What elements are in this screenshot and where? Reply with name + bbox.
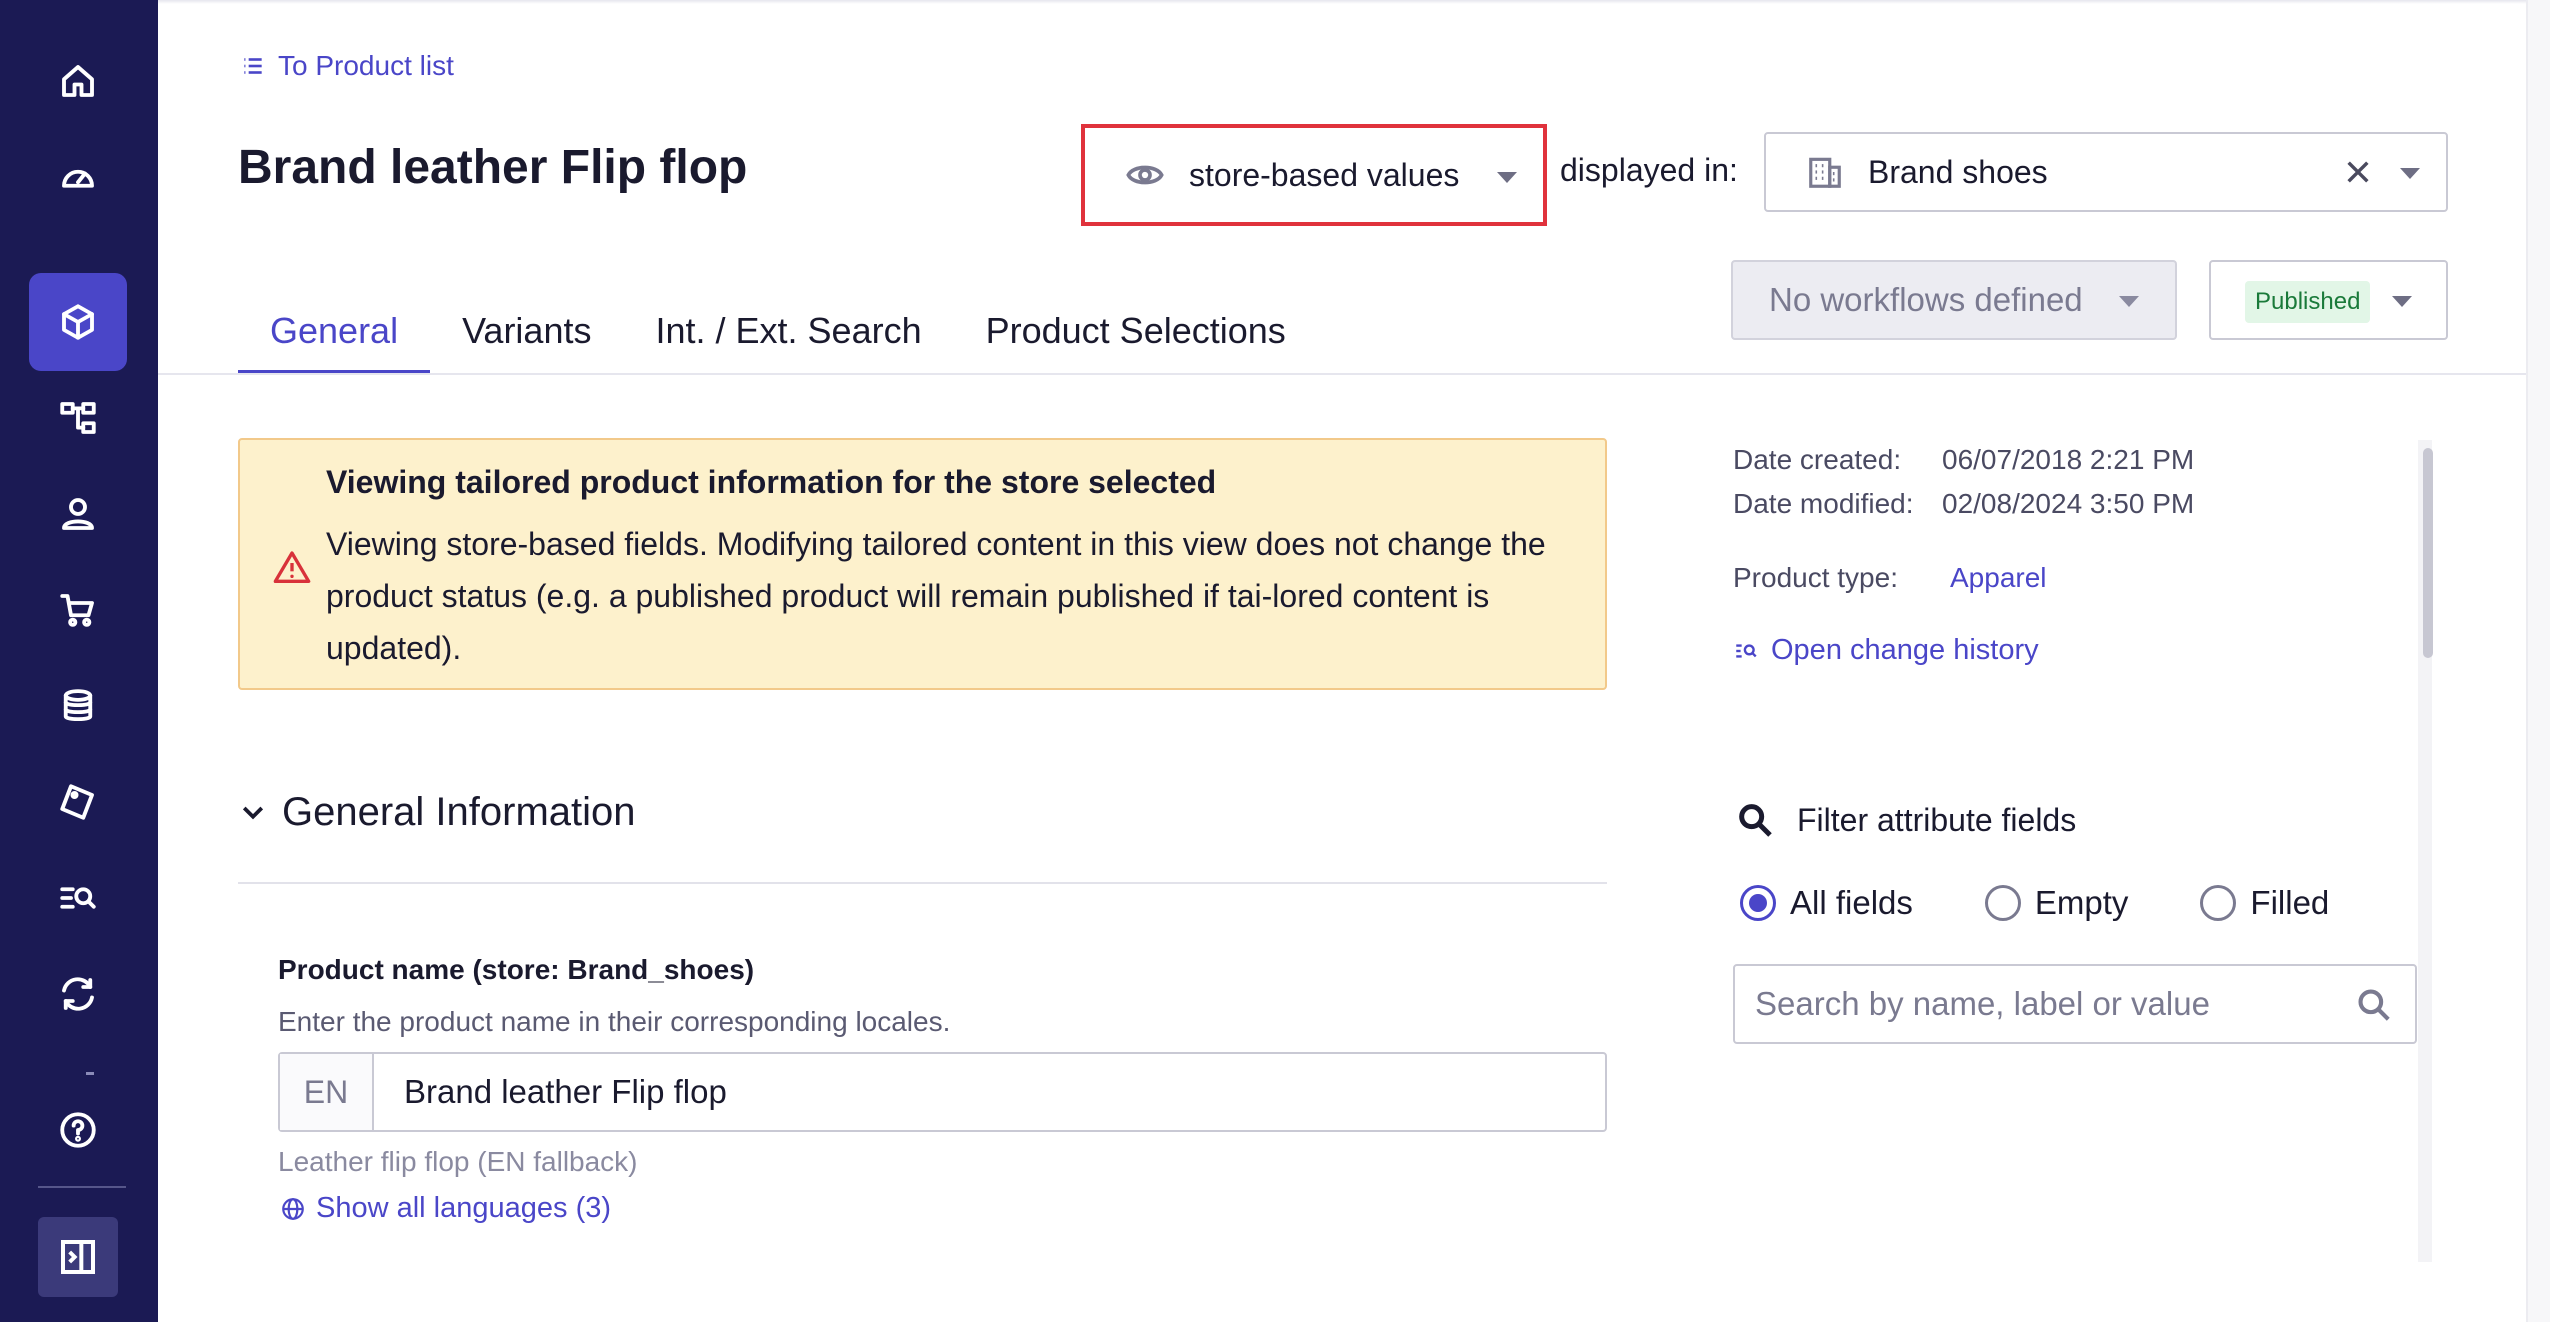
filter-header: Filter attribute fields	[1735, 800, 2076, 840]
product-type-link[interactable]: Apparel	[1950, 562, 2047, 594]
product-name-help: Enter the product name in their correspo…	[278, 1006, 951, 1037]
tab-general[interactable]: General	[238, 300, 431, 374]
product-name-input[interactable]: Brand leather Flip flop	[374, 1054, 1605, 1130]
attribute-search-box	[1733, 964, 2417, 1044]
date-created-label: Date created:	[1733, 444, 1902, 475]
view-mode-value: store-based values	[1189, 156, 1460, 193]
product-type-label: Product type:	[1733, 562, 1898, 593]
chevron-down-icon	[2119, 296, 2139, 307]
chevron-down-icon	[2392, 296, 2412, 307]
building-icon	[1809, 157, 1841, 188]
workflow-select[interactable]: No workflows defined	[1731, 260, 2177, 340]
panel-scrollbar-thumb[interactable]	[2423, 448, 2433, 658]
dashboard-icon	[62, 169, 94, 188]
nav-divider	[38, 1186, 126, 1188]
top-bar-shadow	[158, 0, 2550, 4]
home-icon	[62, 65, 94, 97]
eye-icon	[1126, 165, 1164, 185]
date-modified-label: Date modified:	[1733, 488, 1914, 519]
tab-product-selections[interactable]: Product Selections	[954, 300, 1318, 374]
cart-icon	[60, 594, 94, 627]
product-name-label: Product name (store: Brand_shoes)	[278, 954, 755, 985]
history-label: Open change history	[1771, 634, 2039, 666]
nav-categories[interactable]	[29, 369, 127, 467]
sidebar-collapse-button[interactable]	[38, 1217, 118, 1297]
alert-body: Viewing store-based fields. Modifying ta…	[326, 526, 1546, 666]
view-mode-select[interactable]: store-based values	[1081, 124, 1547, 226]
filter-radio-group: All fields Empty Filled	[1740, 884, 2401, 922]
chevron-down-icon	[1497, 172, 1517, 183]
alert-title: Viewing tailored product information for…	[326, 464, 1217, 500]
tab-variants[interactable]: Variants	[430, 300, 623, 374]
radio-all-fields[interactable]: All fields	[1740, 884, 1913, 922]
warning-icon	[273, 551, 311, 583]
store-info-alert: Viewing tailored product information for…	[238, 438, 1607, 690]
status-select[interactable]: Published	[2209, 260, 2448, 340]
locale-badge: EN	[280, 1054, 374, 1130]
category-tree-icon	[60, 402, 96, 434]
globe-icon	[282, 1197, 304, 1220]
date-modified-value: 02/08/2024 3:50 PM	[1942, 488, 2195, 519]
nav-home[interactable]	[29, 32, 127, 130]
tab-search[interactable]: Int. / Ext. Search	[623, 300, 953, 374]
nav-data[interactable]	[29, 657, 127, 755]
back-to-product-list-link[interactable]: To Product list	[240, 50, 454, 82]
chevron-down-icon	[242, 806, 264, 819]
nav-sync[interactable]	[29, 945, 127, 1043]
nav-help[interactable]	[29, 1081, 127, 1179]
workflow-value: No workflows defined	[1769, 281, 2083, 318]
radio-label: Empty	[2034, 884, 2129, 921]
general-information-toggle[interactable]: General Information	[238, 790, 636, 835]
show-languages-label: Show all languages (3)	[316, 1192, 612, 1224]
filter-title: Filter attribute fields	[1797, 801, 2077, 838]
section-divider	[238, 882, 1607, 884]
search-icon	[1739, 804, 1772, 837]
date-created-value: 06/07/2018 2:21 PM	[1942, 444, 2195, 475]
nav-users[interactable]	[29, 465, 127, 563]
tag-icon	[60, 784, 94, 820]
product-cube-icon	[62, 304, 94, 340]
product-name-field[interactable]: EN Brand leather Flip flop	[278, 1052, 1607, 1132]
sidebar	[0, 0, 158, 1322]
nav-dashboard[interactable]	[29, 128, 127, 226]
nav-scroll-indicator	[86, 1072, 94, 1075]
store-select[interactable]: Brand shoes	[1764, 132, 2448, 212]
help-icon	[60, 1112, 96, 1148]
nav-promotions[interactable]	[29, 753, 127, 851]
search-icon[interactable]	[2355, 986, 2393, 1024]
nav-orders[interactable]	[29, 561, 127, 659]
back-link-label: To Product list	[278, 50, 454, 81]
radio-empty[interactable]: Empty	[1984, 884, 2129, 922]
list-icon	[244, 58, 262, 74]
chevron-down-icon[interactable]	[2400, 168, 2420, 179]
radio-indicator	[1984, 885, 2021, 921]
data-stack-icon	[63, 689, 93, 722]
radio-label: All fields	[1790, 884, 1913, 921]
history-search-icon	[1736, 643, 1757, 658]
radio-label: Filled	[2250, 884, 2330, 921]
show-all-languages-link[interactable]: Show all languages (3)	[280, 1192, 611, 1225]
user-icon	[62, 498, 94, 530]
radio-indicator	[2200, 885, 2237, 921]
window-scrollbar[interactable]	[2526, 0, 2550, 1322]
page-title: Brand leather Flip flop	[238, 141, 748, 194]
sync-icon	[62, 977, 94, 1011]
close-icon[interactable]	[2342, 156, 2374, 188]
radio-filled[interactable]: Filled	[2200, 884, 2329, 922]
radio-indicator	[1740, 885, 1776, 921]
displayed-in-label: displayed in:	[1560, 152, 1738, 188]
nav-products[interactable]	[29, 273, 127, 371]
tabs-divider	[158, 373, 2550, 375]
fallback-text: Leather flip flop (EN fallback)	[278, 1146, 638, 1177]
section-title: General Information	[282, 790, 636, 834]
sidebar-collapse-icon	[61, 1240, 95, 1274]
tab-bar: General Variants Int. / Ext. Search Prod…	[238, 300, 1318, 374]
attribute-search-input[interactable]	[1735, 966, 2335, 1042]
status-badge: Published	[2245, 281, 2371, 323]
store-value: Brand shoes	[1868, 153, 2048, 190]
open-change-history-link[interactable]: Open change history	[1733, 634, 2039, 667]
nav-search[interactable]	[29, 849, 127, 947]
search-list-icon	[60, 887, 96, 909]
